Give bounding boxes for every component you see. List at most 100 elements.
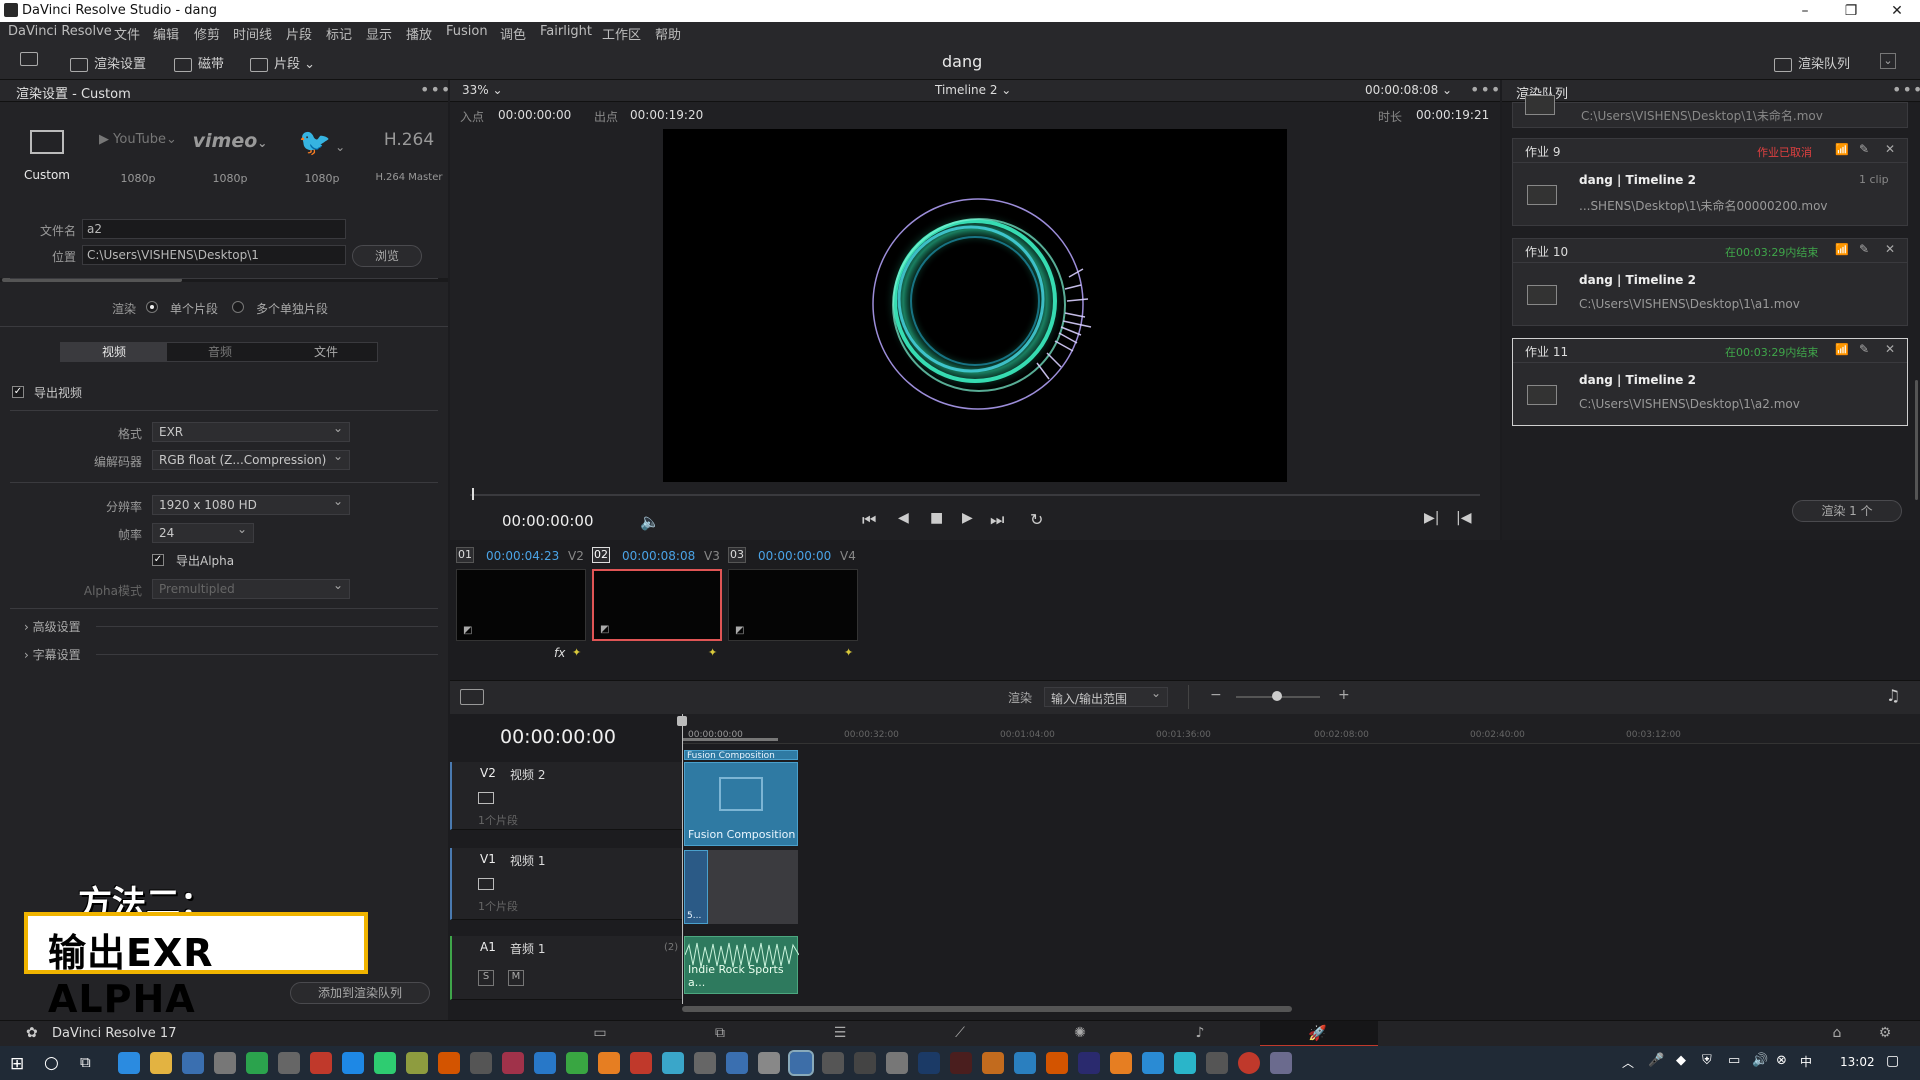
fusion-clip-v2[interactable]: Fusion Composition [684,762,798,846]
app-icon[interactable] [1270,1052,1292,1074]
speaker-icon[interactable]: 🔊 [1752,1053,1768,1068]
menu-davinci[interactable]: DaVinci Resolve [8,24,112,39]
framerate-select[interactable]: 24 [152,522,254,543]
illustrator-icon[interactable] [950,1052,972,1074]
tab-video[interactable]: 视频 [61,343,167,361]
track-monitor-icon[interactable] [478,792,494,804]
app-icon[interactable] [342,1052,364,1074]
clock[interactable]: 13:02 [1840,1055,1875,1069]
preset-youtube[interactable]: ▶ YouTube⌄ 1080p [98,132,178,185]
viewer-more-icon[interactable]: ••• [1470,80,1501,99]
music-note-icon[interactable]: ♫ [1886,686,1900,705]
multiple-clips-radio[interactable] [232,301,244,313]
media-page-icon[interactable]: ▭ [585,1025,615,1041]
render-all-button[interactable]: 渲染 1 个 [1792,500,1902,522]
windows-start-icon[interactable]: ⊞ [10,1054,24,1074]
zoom-in-icon[interactable]: + [1338,687,1350,703]
wechat-icon[interactable] [374,1052,396,1074]
menu-clip[interactable]: 片段 [286,24,312,43]
color-page-icon[interactable]: ✺ [1065,1025,1095,1041]
close-button[interactable]: ✕ [1874,0,1920,22]
after-effects-icon[interactable] [1078,1052,1100,1074]
monitor-icon[interactable] [20,52,38,66]
playhead-handle[interactable] [677,716,687,726]
job-card-10[interactable]: 作业 10 在00:03:29内结束 📶 ✎ ✕ dang | Timeline… [1512,238,1908,326]
app-icon[interactable] [182,1052,204,1074]
app-icon[interactable] [726,1052,748,1074]
volume-icon[interactable]: 🔈 [640,512,660,531]
play-icon[interactable]: ▶ [962,510,973,526]
export-alpha-checkbox[interactable]: ✓ [152,554,164,566]
app-icon[interactable] [694,1052,716,1074]
step-back-icon[interactable]: ◀ [898,510,909,526]
app-icon[interactable] [534,1052,556,1074]
fusion-page-icon[interactable]: ⟋ [945,1025,975,1041]
render-settings-tab[interactable]: 渲染设置 [70,53,146,72]
clip-thumbnail-2[interactable]: ◩ [592,569,722,641]
zoom-out-icon[interactable]: − [1210,687,1222,703]
solo-button[interactable]: S [478,970,494,986]
vlc-icon[interactable] [598,1052,620,1074]
scrubber-playhead[interactable] [472,488,474,500]
audio-clip-a1[interactable]: Indie Rock Sports a... [684,936,799,994]
menu-fusion[interactable]: Fusion [446,24,488,39]
menu-workspace[interactable]: 工作区 [602,24,641,43]
render-range-select[interactable]: 输入/输出范围 [1044,686,1168,707]
preset-vimeo[interactable]: vimeo⌄ 1080p [190,130,270,185]
app-icon[interactable] [1110,1052,1132,1074]
app-icon[interactable] [1206,1052,1228,1074]
menu-trim[interactable]: 修剪 [194,24,220,43]
app-icon[interactable] [982,1052,1004,1074]
menu-timeline[interactable]: 时间线 [233,24,272,43]
track-header-a1[interactable]: A1 音频 1 (2) S M [450,936,682,1000]
track-monitor-icon[interactable] [478,878,494,890]
menu-mark[interactable]: 标记 [326,24,352,43]
format-select[interactable]: EXR [152,421,350,442]
track-header-v2[interactable]: V2 视频 2 1个片段 [450,762,682,830]
explorer-icon[interactable] [150,1052,172,1074]
timeline-scrollbar[interactable] [682,1006,1292,1012]
notification-icon[interactable]: ▢ [1886,1053,1899,1069]
clip-thumbnail-1[interactable]: ◩ [456,569,586,641]
shield-icon[interactable]: ⛨ [1702,1053,1712,1068]
app-icon[interactable] [566,1052,588,1074]
search-icon[interactable]: ○ [44,1053,59,1073]
zoom-slider-thumb[interactable] [1272,691,1282,701]
app-icon[interactable] [1142,1052,1164,1074]
job-card-partial[interactable]: C:\Users\VISHENS\Desktop\1\未命名.mov [1512,95,1908,128]
app-icon[interactable] [854,1052,876,1074]
app-icon[interactable] [406,1052,428,1074]
video-clip-v1[interactable]: 5... [684,850,708,924]
fairlight-page-icon[interactable]: ♪ [1185,1025,1215,1041]
edge-icon[interactable] [118,1052,140,1074]
app-icon[interactable] [662,1052,684,1074]
resolution-select[interactable]: 1920 x 1080 HD [152,494,350,515]
app-icon[interactable] [470,1052,492,1074]
timeline-view-icon[interactable] [460,689,484,705]
export-video-checkbox[interactable]: ✓ [12,386,24,398]
timeline-ruler[interactable]: 00:00:00:00 00:00:32:00 00:01:04:00 00:0… [682,714,1920,744]
photoshop-icon[interactable] [918,1052,940,1074]
mute-button[interactable]: M [508,970,524,986]
fusion-clip-v3[interactable]: Fusion Composition [684,750,798,760]
queue-more-icon[interactable]: ••• [1892,80,1920,99]
single-clip-radio[interactable] [146,301,158,313]
app-icon[interactable] [822,1052,844,1074]
remove-icon[interactable]: ✕ [1885,342,1895,356]
app-icon[interactable] [502,1052,524,1074]
edit-page-icon[interactable]: ☰ [825,1025,855,1041]
location-input[interactable]: C:\Users\VISHENS\Desktop\1 [82,245,346,265]
job-card-9[interactable]: 作业 9 作业已取消 📶 ✎ ✕ dang | Timeline 2 1 cli… [1512,138,1908,226]
loop-icon[interactable]: ↻ [1030,510,1043,529]
preset-h264[interactable]: H.264 H.264 Master [370,130,448,183]
maximize-button[interactable]: ❐ [1828,0,1874,22]
menu-view[interactable]: 显示 [366,24,392,43]
tab-file[interactable]: 文件 [273,343,379,361]
tray-app-icon[interactable]: ◆ [1676,1053,1686,1068]
edit-icon[interactable]: ✎ [1859,142,1869,156]
tape-tab[interactable]: 磁带 [174,53,224,72]
viewer-timecode[interactable]: 00:00:08:08 ⌄ [1365,83,1452,97]
task-view-icon[interactable]: ⧉ [80,1053,91,1071]
preset-twitter[interactable]: 🐦 ⌄ 1080p [282,128,362,185]
network-icon[interactable]: ▭ [1728,1053,1740,1068]
